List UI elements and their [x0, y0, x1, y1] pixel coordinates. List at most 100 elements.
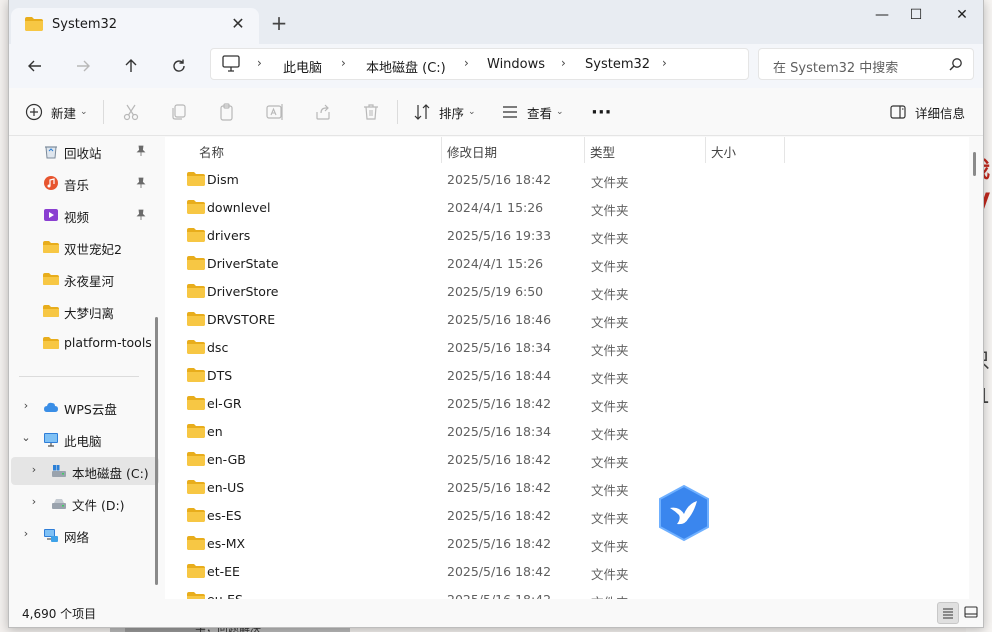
sidebar-item-local-disk-c[interactable]: › 本地磁盘 (C:): [11, 457, 159, 485]
folder-icon: [187, 536, 205, 550]
file-type: 文件夹: [591, 427, 629, 442]
file-row[interactable]: et-EE 2025/5/16 18:42 文件夹: [165, 558, 969, 586]
file-row[interactable]: dsc 2025/5/16 18:34 文件夹: [165, 334, 969, 362]
new-button[interactable]: 新建 ⌄: [25, 100, 88, 124]
file-row[interactable]: en 2025/5/16 18:34 文件夹: [165, 418, 969, 446]
sidebar-item-this-pc[interactable]: ⌄ 此电脑: [11, 425, 159, 453]
more-options-button[interactable]: ···: [591, 100, 612, 124]
up-button[interactable]: [115, 50, 147, 82]
file-row[interactable]: eu-ES 2025/5/16 18:42 文件夹: [165, 586, 969, 599]
column-divider[interactable]: [705, 137, 706, 163]
copy-icon[interactable]: [169, 102, 189, 122]
address-bar[interactable]: › 此电脑 › 本地磁盘 (C:) › Windows › System32 ›: [210, 48, 749, 80]
file-row[interactable]: DTS 2025/5/16 18:44 文件夹: [165, 362, 969, 390]
cloud-icon: [44, 402, 58, 412]
sidebar-item-wps-cloud[interactable]: › WPS云盘: [11, 393, 159, 421]
refresh-button[interactable]: [163, 50, 195, 82]
file-row[interactable]: el-GR 2025/5/16 18:42 文件夹: [165, 390, 969, 418]
close-window-button[interactable]: ✕: [939, 0, 983, 32]
sidebar-item-folder[interactable]: 双世宠妃2: [11, 233, 159, 261]
breadcrumb-chevron-icon[interactable]: ›: [662, 56, 667, 70]
forward-button[interactable]: [67, 50, 99, 82]
sidebar-item-video[interactable]: 视频: [11, 201, 159, 229]
sort-button[interactable]: 排序 ⌄: [413, 100, 476, 124]
column-header-modified[interactable]: 修改日期: [447, 142, 497, 168]
file-row[interactable]: DriverStore 2025/5/19 6:50 文件夹: [165, 278, 969, 306]
folder-icon: [187, 312, 205, 326]
file-type: 文件夹: [591, 511, 629, 526]
file-row[interactable]: es-ES 2025/5/16 18:42 文件夹: [165, 502, 969, 530]
floating-assistant-icon[interactable]: [657, 484, 711, 542]
view-button-label: 查看: [527, 105, 553, 121]
folder-icon: [187, 172, 205, 186]
column-header-type[interactable]: 类型: [590, 142, 615, 168]
folder-icon: [187, 284, 205, 298]
details-view-button[interactable]: [937, 602, 959, 624]
folder-icon: [43, 305, 59, 317]
expand-chevron-icon[interactable]: ›: [19, 399, 33, 412]
column-header-name[interactable]: 名称: [199, 142, 224, 168]
expand-chevron-icon[interactable]: ›: [19, 527, 33, 540]
file-modified-date: 2025/5/16 18:34: [447, 424, 552, 439]
sidebar-scrollbar[interactable]: [155, 317, 158, 585]
column-header-size[interactable]: 大小: [711, 142, 736, 168]
sidebar-item-folder[interactable]: 大梦归离: [11, 297, 159, 325]
tab-system32[interactable]: System32 ✕: [11, 8, 259, 44]
search-input[interactable]: 在 System32 中搜索: [758, 48, 974, 80]
file-type: 文件夹: [591, 315, 629, 330]
file-row[interactable]: en-GB 2025/5/16 18:42 文件夹: [165, 446, 969, 474]
view-button[interactable]: 查看 ⌄: [501, 100, 564, 124]
sidebar-item-drive-d[interactable]: › 文件 (D:): [11, 489, 159, 517]
pin-icon[interactable]: [135, 209, 147, 221]
column-divider[interactable]: [784, 137, 785, 163]
sidebar-item-label: 大梦归离: [64, 306, 115, 321]
breadcrumb-local-disk-c[interactable]: 本地磁盘 (C:): [366, 57, 446, 76]
file-row[interactable]: drivers 2025/5/16 19:33 文件夹: [165, 222, 969, 250]
drive-c-icon: [52, 465, 66, 477]
pc-icon: [44, 433, 58, 447]
breadcrumb-chevron-icon[interactable]: ›: [464, 56, 469, 70]
breadcrumb-this-pc[interactable]: 此电脑: [283, 57, 322, 76]
sidebar-item-folder[interactable]: 永夜星河: [11, 265, 159, 293]
file-row[interactable]: Dism 2025/5/16 18:42 文件夹: [165, 166, 969, 194]
sidebar-item-music[interactable]: 音乐: [11, 169, 159, 197]
breadcrumb-windows[interactable]: Windows: [487, 57, 545, 72]
folder-icon: [187, 480, 205, 494]
sidebar-item-network[interactable]: › 网络: [11, 521, 159, 549]
details-pane-button[interactable]: 详细信息: [889, 100, 965, 124]
column-divider[interactable]: [441, 137, 442, 163]
expand-chevron-icon[interactable]: ›: [27, 495, 41, 508]
share-icon[interactable]: [313, 102, 333, 122]
paste-icon[interactable]: [217, 102, 237, 122]
new-tab-button[interactable]: +: [267, 12, 291, 36]
file-row[interactable]: DriverState 2024/4/1 15:26 文件夹: [165, 250, 969, 278]
file-row[interactable]: es-MX 2025/5/16 18:42 文件夹: [165, 530, 969, 558]
music-icon: [44, 176, 58, 190]
breadcrumb-chevron-icon[interactable]: ›: [341, 56, 346, 70]
sidebar-item-label: 回收站: [64, 146, 102, 161]
file-type: 文件夹: [591, 371, 629, 386]
network-icon: [44, 529, 58, 542]
item-count: 4,690 个项目: [22, 607, 97, 621]
pin-icon[interactable]: [135, 145, 147, 157]
rename-icon[interactable]: [265, 102, 285, 122]
sidebar-item-folder[interactable]: platform-tools: [11, 329, 159, 357]
column-divider[interactable]: [584, 137, 585, 163]
delete-icon[interactable]: [361, 102, 381, 122]
file-row[interactable]: en-US 2025/5/16 18:42 文件夹: [165, 474, 969, 502]
expand-chevron-icon[interactable]: ›: [27, 463, 41, 476]
file-list-scrollbar[interactable]: [973, 152, 976, 176]
pin-icon[interactable]: [135, 177, 147, 189]
breadcrumb-chevron-icon[interactable]: ›: [561, 56, 566, 70]
collapse-chevron-icon[interactable]: ⌄: [19, 431, 33, 444]
file-row[interactable]: DRVSTORE 2025/5/16 18:46 文件夹: [165, 306, 969, 334]
breadcrumb-chevron-icon[interactable]: ›: [257, 56, 262, 70]
file-row[interactable]: downlevel 2024/4/1 15:26 文件夹: [165, 194, 969, 222]
maximize-button[interactable]: ☐: [893, 0, 939, 32]
sidebar-item-recycle-bin[interactable]: 回收站: [11, 137, 159, 165]
breadcrumb-system32[interactable]: System32: [585, 57, 650, 72]
tiles-view-button[interactable]: [961, 602, 983, 624]
back-button[interactable]: [19, 50, 51, 82]
cut-icon[interactable]: [121, 102, 141, 122]
tab-close-button[interactable]: ✕: [227, 13, 249, 35]
